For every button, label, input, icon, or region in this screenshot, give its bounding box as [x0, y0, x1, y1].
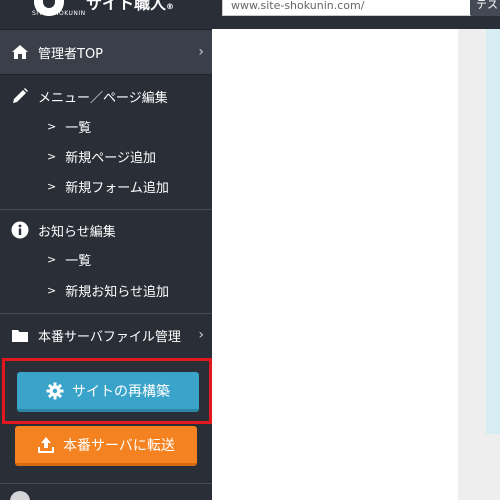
chevron-right-icon: >: [47, 149, 57, 163]
sidebar-item-label: 新規お知らせ追加: [65, 284, 169, 300]
sidebar-item-label: 新規ページ追加: [65, 150, 156, 166]
chevron-right-icon: >: [47, 179, 57, 193]
deploy-to-server-label: 本番サーバに転送: [63, 437, 175, 454]
sidebar-item-page-list[interactable]: > 一覧: [47, 116, 91, 136]
site-url-field[interactable]: www.site-shokunin.com/: [222, 0, 472, 16]
top-bar: www.site-shokunin.com/ テス: [212, 0, 500, 29]
sidebar-item-add-page[interactable]: > 新規ページ追加: [47, 146, 156, 166]
chevron-right-icon: >: [47, 119, 57, 133]
test-button[interactable]: テス: [470, 0, 500, 16]
sidebar-item-admin-top[interactable]: 管理者TOP ›: [0, 29, 212, 75]
sidebar-item-label: 本番サーバファイル管理: [38, 329, 181, 345]
sidebar-section-news-edit[interactable]: お知らせ編集: [0, 218, 212, 242]
upload-icon: [37, 436, 55, 454]
sidebar-section-label: お知らせ編集: [38, 224, 116, 240]
folder-icon: [10, 325, 30, 345]
sidebar-item-server-files[interactable]: 本番サーバファイル管理 ›: [0, 322, 212, 348]
brand-sub: SITE-SHOKUNIN: [32, 10, 86, 17]
right-strip: [486, 29, 500, 434]
gear-icon: [46, 382, 64, 400]
main-content: [212, 29, 500, 500]
pencil-icon: [10, 86, 30, 106]
chevron-right-icon: >: [47, 252, 57, 266]
info-icon: [10, 220, 30, 240]
divider: [0, 313, 212, 314]
chevron-right-icon: ›: [198, 327, 204, 343]
deploy-to-server-button[interactable]: 本番サーバに転送: [15, 426, 197, 466]
sidebar-item-label: 管理者TOP: [38, 46, 104, 62]
rebuild-site-button[interactable]: サイトの再構築: [17, 372, 199, 412]
rebuild-highlight: サイトの再構築: [2, 358, 212, 424]
divider: [0, 209, 212, 210]
sidebar-item-label: 一覧: [65, 120, 92, 136]
sidebar-item-news-list[interactable]: > 一覧: [47, 249, 91, 269]
sidebar-item-add-news[interactable]: > 新規お知らせ追加: [47, 280, 169, 300]
chevron-right-icon: ›: [198, 44, 204, 60]
sidebar: SITE-SHOKUNIN サイト職人® 管理者TOP › メニュー／ページ編集…: [0, 0, 212, 500]
divider: [0, 483, 212, 484]
sidebar-section-menu-edit[interactable]: メニュー／ページ編集: [0, 84, 212, 108]
sidebar-item-add-form[interactable]: > 新規フォーム追加: [47, 176, 169, 196]
sidebar-item-label: 新規フォーム追加: [65, 180, 169, 196]
next-menu-icon: [10, 491, 30, 500]
sidebar-item-label: 一覧: [65, 253, 92, 269]
home-icon: [10, 42, 30, 62]
brand-name: サイト職人®: [86, 0, 175, 13]
brand-logo[interactable]: SITE-SHOKUNIN サイト職人®: [30, 0, 190, 22]
chevron-right-icon: >: [47, 283, 57, 297]
rebuild-site-label: サイトの再構築: [72, 383, 170, 400]
sidebar-section-label: メニュー／ページ編集: [38, 90, 168, 106]
